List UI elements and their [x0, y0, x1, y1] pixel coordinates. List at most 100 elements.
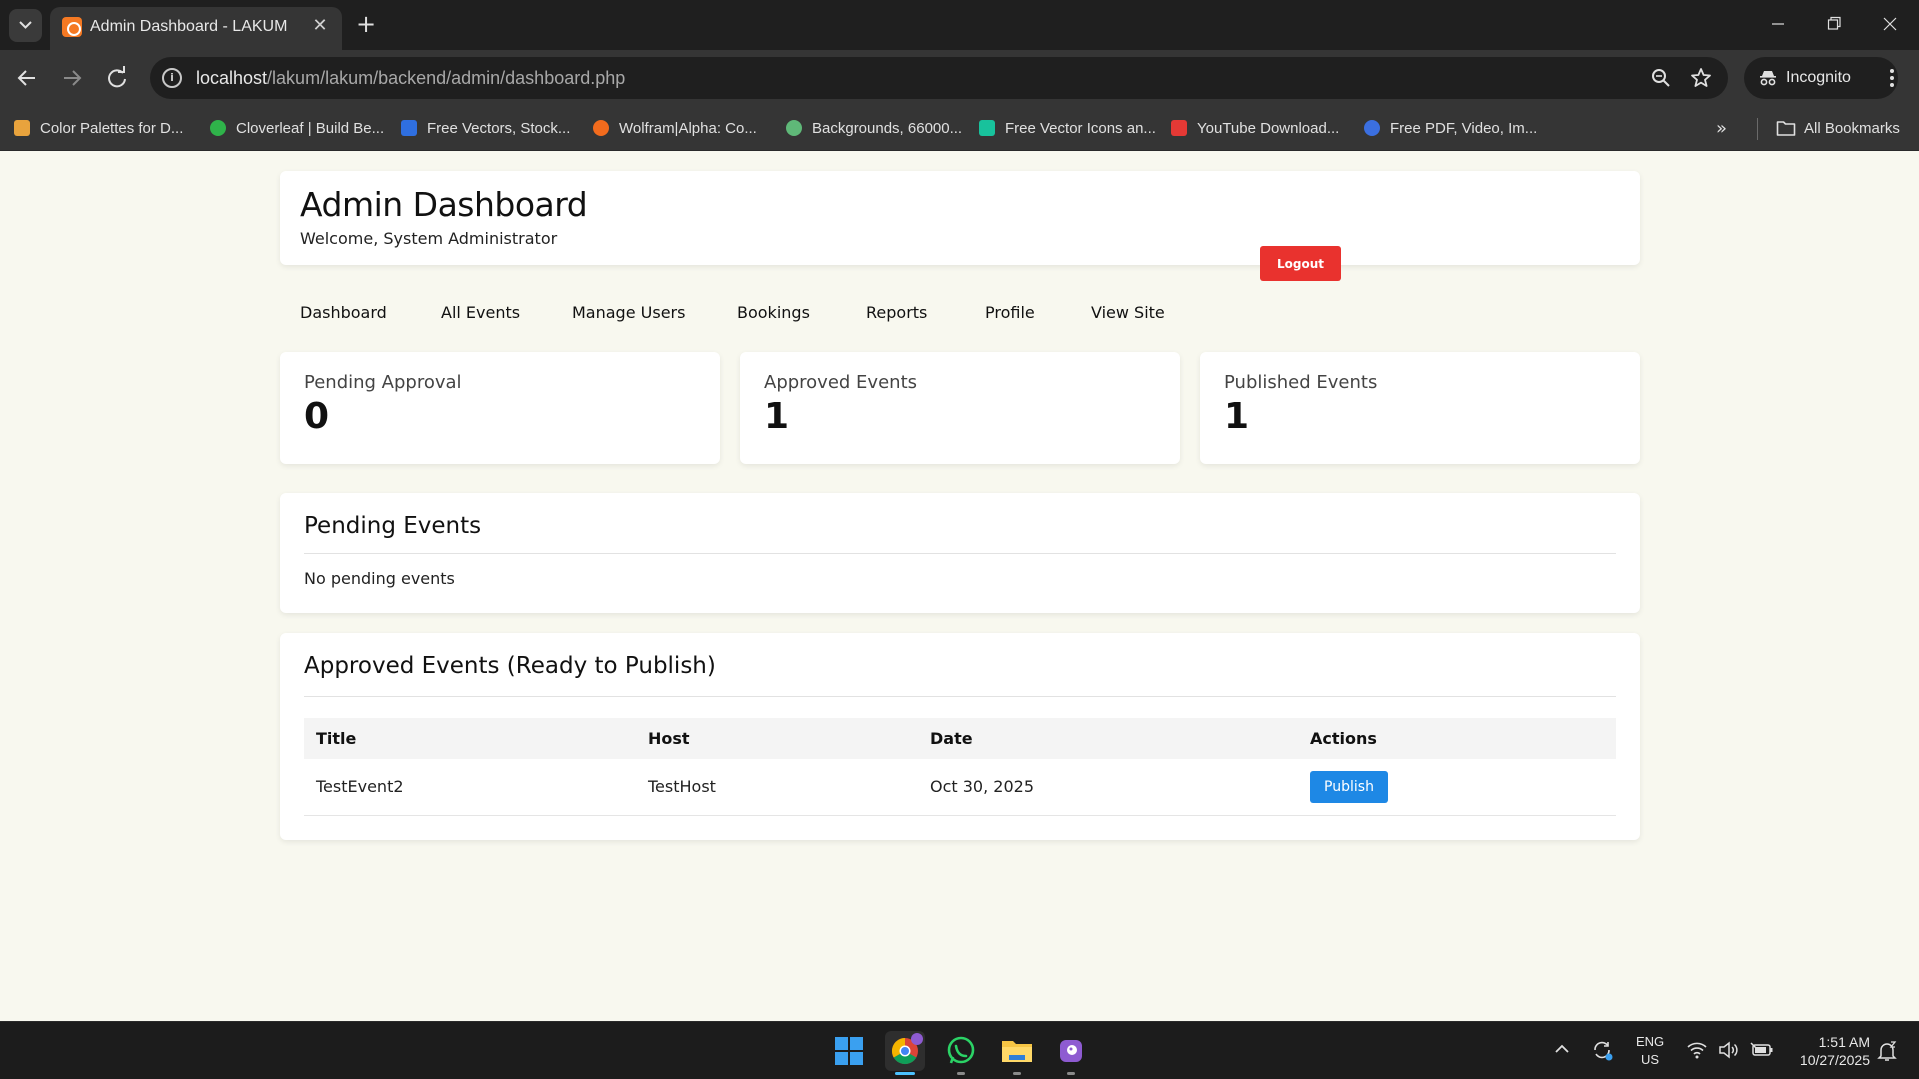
- taskbar-notes-app[interactable]: [1051, 1031, 1091, 1075]
- page-title: Admin Dashboard: [300, 185, 588, 224]
- column-header-title: Title: [304, 718, 636, 759]
- reload-button[interactable]: [101, 62, 133, 94]
- nav-view-site[interactable]: View Site: [1091, 303, 1165, 322]
- stat-card-pending: Pending Approval 0: [280, 352, 720, 464]
- tab-title: Admin Dashboard - LAKUM: [90, 18, 288, 35]
- forward-button[interactable]: [56, 62, 88, 94]
- logout-button[interactable]: Logout: [1260, 246, 1341, 281]
- bookmark-item[interactable]: Free Vector Icons an...: [979, 114, 1156, 142]
- bookmarks-overflow-icon[interactable]: »: [1716, 118, 1727, 139]
- window-restore-button[interactable]: [1814, 10, 1854, 38]
- browser-tab-active[interactable]: Admin Dashboard - LAKUM ✕: [50, 7, 342, 50]
- nav-manage-users[interactable]: Manage Users: [572, 303, 685, 322]
- dashboard-header: Admin Dashboard Welcome, System Administ…: [280, 171, 1640, 265]
- site-info-icon[interactable]: [162, 68, 182, 88]
- all-bookmarks-label: All Bookmarks: [1804, 119, 1900, 137]
- running-app-indicator: [1013, 1072, 1021, 1075]
- tray-sync-button[interactable]: [1590, 1038, 1614, 1066]
- back-button[interactable]: [11, 62, 43, 94]
- section-divider: [304, 553, 1616, 554]
- tab-close-icon[interactable]: ✕: [308, 14, 332, 38]
- windows-start-button[interactable]: [829, 1031, 869, 1071]
- bookmark-item[interactable]: YouTube Download...: [1171, 114, 1339, 142]
- browser-toolbar: localhost/lakum/lakum/backend/admin/dash…: [0, 50, 1919, 106]
- address-bar[interactable]: localhost/lakum/lakum/backend/admin/dash…: [150, 57, 1728, 99]
- bookmark-label: Free Vector Icons an...: [1005, 119, 1156, 137]
- approved-events-table: Title Host Date Actions TestEvent2 TestH…: [304, 718, 1616, 816]
- all-bookmarks-button[interactable]: All Bookmarks: [1776, 114, 1900, 142]
- nav-reports[interactable]: Reports: [866, 303, 927, 322]
- taskbar-file-explorer[interactable]: [997, 1031, 1037, 1075]
- stat-label: Approved Events: [764, 372, 917, 393]
- window-close-button[interactable]: [1870, 10, 1910, 38]
- publish-button[interactable]: Publish: [1310, 770, 1388, 803]
- bookmark-label: Free PDF, Video, Im...: [1390, 119, 1538, 137]
- browser-tab-strip: Admin Dashboard - LAKUM ✕ +: [0, 0, 1919, 50]
- taskbar-whatsapp[interactable]: [941, 1031, 981, 1075]
- bookmark-label: YouTube Download...: [1197, 119, 1340, 137]
- stat-label: Pending Approval: [304, 372, 462, 393]
- stat-value: 0: [304, 396, 330, 437]
- windows-taskbar: ENG US 1:51 AM 10/27/2025: [0, 1021, 1919, 1079]
- taskbar-chrome[interactable]: [885, 1031, 925, 1075]
- wolfram-icon: [593, 120, 609, 136]
- bookmark-item[interactable]: Backgrounds, 66000...: [786, 114, 962, 142]
- system-tray-icons[interactable]: [1686, 1040, 1774, 1060]
- arrow-right-icon: [64, 70, 82, 86]
- download-icon: [1171, 120, 1187, 136]
- clock-date: 10/27/2025: [1799, 1052, 1870, 1068]
- nav-all-events[interactable]: All Events: [441, 303, 520, 322]
- table-header-row: Title Host Date Actions: [304, 718, 1616, 759]
- bookmark-item[interactable]: Free PDF, Video, Im...: [1364, 114, 1537, 142]
- arrow-left-icon: [17, 70, 35, 86]
- bookmarks-bar: Color Palettes for D... Cloverleaf | Bui…: [0, 106, 1919, 151]
- bookmark-item[interactable]: Wolfram|Alpha: Co...: [593, 114, 757, 142]
- stat-card-published: Published Events 1: [1200, 352, 1640, 464]
- bookmark-star-icon[interactable]: [1690, 67, 1712, 89]
- tab-search-button[interactable]: [9, 9, 42, 42]
- language-indicator[interactable]: ENG US: [1636, 1033, 1664, 1069]
- table-row: TestEvent2 TestHost Oct 30, 2025 Publish: [304, 759, 1616, 816]
- section-title: Approved Events (Ready to Publish): [304, 653, 716, 679]
- event-title-cell: TestEvent2: [304, 759, 636, 816]
- running-app-indicator: [957, 1072, 965, 1075]
- nav-dashboard[interactable]: Dashboard: [300, 303, 387, 322]
- restore-icon: [1827, 16, 1841, 30]
- nav-profile[interactable]: Profile: [985, 303, 1035, 322]
- event-date-cell: Oct 30, 2025: [918, 759, 1298, 816]
- tray-overflow-button[interactable]: [1553, 1040, 1571, 1062]
- bookmark-item[interactable]: Color Palettes for D...: [14, 114, 183, 142]
- whatsapp-icon: [947, 1036, 975, 1064]
- window-minimize-button[interactable]: [1758, 10, 1798, 38]
- active-app-indicator: [895, 1072, 915, 1075]
- folder-icon: [1776, 121, 1796, 136]
- url-path: /lakum/lakum/backend/admin/dashboard.php: [267, 68, 626, 88]
- new-tab-button[interactable]: +: [352, 11, 380, 39]
- event-host-cell: TestHost: [636, 759, 918, 816]
- system-clock[interactable]: 1:51 AM 10/27/2025: [1780, 1033, 1870, 1069]
- notifications-button[interactable]: [1875, 1039, 1899, 1067]
- stat-label: Published Events: [1224, 372, 1378, 393]
- bookmark-item[interactable]: Cloverleaf | Build Be...: [210, 114, 384, 142]
- sync-icon: [1594, 1041, 1613, 1061]
- bookmark-label: Backgrounds, 66000...: [812, 119, 963, 137]
- bookmark-item[interactable]: Free Vectors, Stock...: [401, 114, 570, 142]
- chevron-up-icon: [1555, 1044, 1569, 1053]
- browser-menu-button[interactable]: [1880, 64, 1904, 92]
- empty-state-text: No pending events: [304, 569, 455, 588]
- url-text[interactable]: localhost/lakum/lakum/backend/admin/dash…: [196, 68, 625, 89]
- nav-bookings[interactable]: Bookings: [737, 303, 810, 322]
- bookmarks-divider: [1757, 118, 1758, 140]
- volume-icon: [1719, 1041, 1738, 1059]
- zoom-icon[interactable]: [1650, 67, 1672, 89]
- reload-icon: [108, 66, 126, 88]
- language-code: ENG: [1636, 1034, 1665, 1049]
- incognito-badge[interactable]: Incognito: [1744, 57, 1898, 99]
- column-header-host: Host: [636, 718, 918, 759]
- clock-time: 1:51 AM: [1818, 1034, 1870, 1050]
- welcome-text: Welcome, System Administrator: [300, 229, 558, 248]
- backgrounds-icon: [786, 120, 802, 136]
- cloverleaf-icon: [210, 120, 226, 136]
- battery-icon: [1750, 1042, 1773, 1056]
- column-header-actions: Actions: [1298, 718, 1616, 759]
